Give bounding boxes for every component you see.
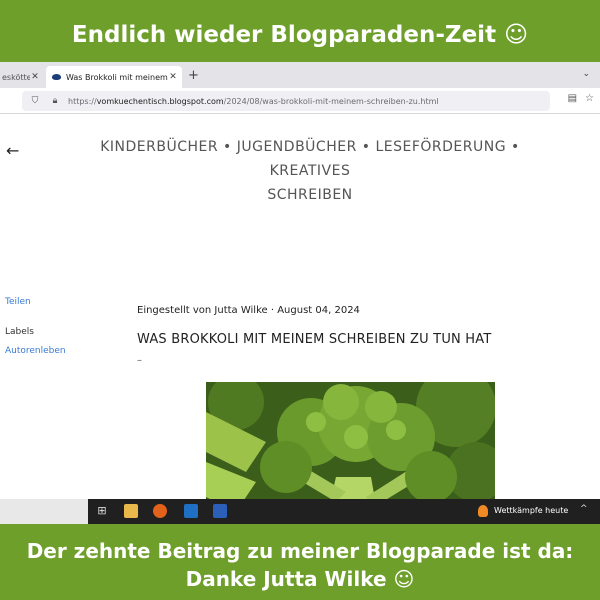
navigation-toolbar: ⛉ 🔒︎ https://vomkuechentisch.blogspot.co… <box>0 88 600 114</box>
browser-screenshot: eskötter - ✕ Was Brokkoli mit meinem Sch… <box>0 62 600 524</box>
blog-header-line1: KINDERBÜCHER • JUGENDBÜCHER • LESEFÖRDER… <box>100 139 520 179</box>
tab-previous-title: eskötter - <box>2 72 30 82</box>
tab-active[interactable]: Was Brokkoli mit meinem Schre ✕ <box>46 66 182 88</box>
lock-icon[interactable]: 🔒︎ <box>48 96 62 106</box>
taskbar-search-area[interactable] <box>0 499 88 524</box>
url-path: /2024/08/was-brokkoli-mit-meinem-schreib… <box>223 96 439 106</box>
windows-taskbar: ⊞ Wettkämpfe heute ^ <box>0 499 600 524</box>
weather-news-text[interactable]: Wettkämpfe heute <box>494 506 568 515</box>
word-icon[interactable] <box>213 504 227 518</box>
bottom-banner-line1: Der zehnte Beitrag zu meiner Blogparade … <box>26 539 574 563</box>
label-autorenleben-link[interactable]: Autorenleben <box>5 346 66 356</box>
blog-header-line2: SCHREIBEN <box>267 187 353 203</box>
reader-view-icon[interactable]: ▤ <box>568 93 577 104</box>
back-arrow-icon[interactable]: ← <box>6 141 19 160</box>
close-icon[interactable]: ✕ <box>30 72 40 82</box>
task-view-icon[interactable]: ⊞ <box>95 504 109 518</box>
blog-header: KINDERBÜCHER • JUGENDBÜCHER • LESEFÖRDER… <box>70 135 550 207</box>
chevron-up-icon[interactable]: ^ <box>580 504 588 514</box>
labels-heading: Labels <box>5 327 34 337</box>
composite-frame: Endlich wieder Blogparaden-Zeit ☺ eskött… <box>0 0 600 600</box>
post-dash: – <box>137 355 142 366</box>
bottom-banner: Der zehnte Beitrag zu meiner Blogparade … <box>0 530 600 600</box>
url-host: vomkuechentisch.blogspot.com <box>96 96 224 106</box>
tab-active-title: Was Brokkoli mit meinem Schre <box>66 72 168 82</box>
shield-icon[interactable]: ⛉ <box>28 96 42 106</box>
weather-icon[interactable] <box>478 505 488 517</box>
firefox-icon[interactable] <box>153 504 167 518</box>
toolbar-right: ▤ ☆ <box>568 88 594 108</box>
url-text: https://vomkuechentisch.blogspot.com/202… <box>68 97 439 106</box>
chevron-down-icon[interactable]: ⌄ <box>582 69 590 79</box>
close-icon[interactable]: ✕ <box>168 72 178 82</box>
file-explorer-icon[interactable] <box>124 504 138 518</box>
favicon-icon <box>52 74 61 80</box>
new-tab-icon[interactable]: + <box>188 68 199 83</box>
bookmark-star-icon[interactable]: ☆ <box>585 93 594 104</box>
tab-strip: eskötter - ✕ Was Brokkoli mit meinem Sch… <box>0 62 600 88</box>
url-bar[interactable]: ⛉ 🔒︎ https://vomkuechentisch.blogspot.co… <box>22 91 550 111</box>
url-prefix: https:// <box>68 96 97 106</box>
bottom-banner-line2: Danke Jutta Wilke ☺ <box>185 567 415 591</box>
outlook-icon[interactable] <box>184 504 198 518</box>
top-banner: Endlich wieder Blogparaden-Zeit ☺ <box>0 0 600 70</box>
share-link[interactable]: Teilen <box>5 297 31 307</box>
blog-page: ← KINDERBÜCHER • JUGENDBÜCHER • LESEFÖRD… <box>0 115 600 524</box>
post-meta: Eingestellt von Jutta Wilke · August 04,… <box>137 305 360 316</box>
tab-previous[interactable]: eskötter - ✕ <box>0 66 44 88</box>
post-title[interactable]: WAS BROKKOLI MIT MEINEM SCHREIBEN ZU TUN… <box>137 332 492 347</box>
top-banner-text: Endlich wieder Blogparaden-Zeit ☺ <box>71 22 529 48</box>
